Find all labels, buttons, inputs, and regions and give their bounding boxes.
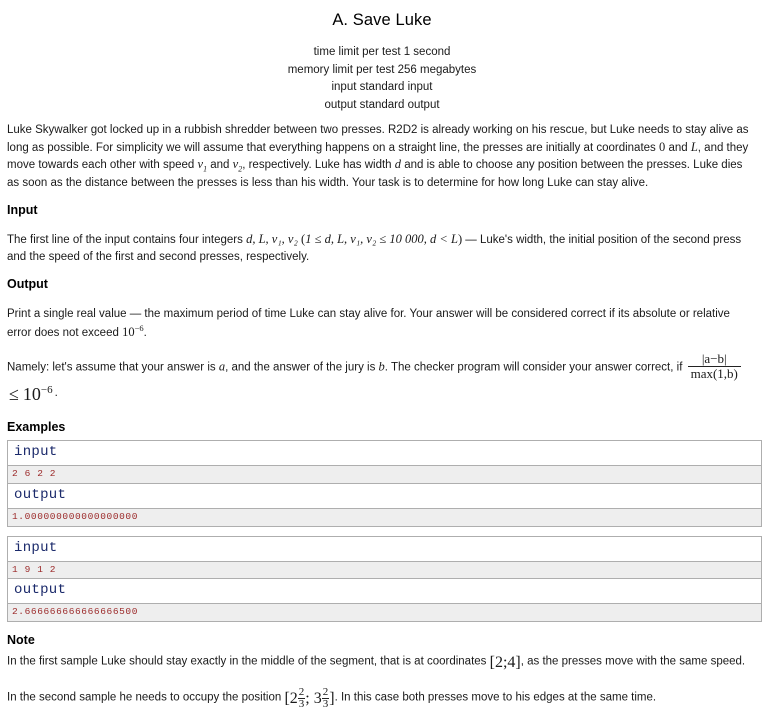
input-specification: Input The first line of the input contai… bbox=[7, 202, 757, 265]
note-paragraph-1: In the first sample Luke should stay exa… bbox=[7, 652, 757, 675]
sample-test-2: input 1 9 1 2 output 2.66666666666666650… bbox=[7, 535, 762, 623]
sample-2-output-block: output 2.666666666666666500 bbox=[7, 578, 762, 623]
legend-text-a: Luke Skywalker got locked up in a rubbis… bbox=[7, 124, 749, 154]
output-heading: Output bbox=[7, 277, 48, 292]
note2-mixed-number-1: 223 bbox=[289, 685, 306, 711]
error-bound: 10−6 bbox=[22, 383, 53, 404]
input-constraint: 1 ≤ d, L, v₁, v₂ ≤ 10 000, d < L bbox=[305, 231, 458, 246]
checker-text-a: Namely: let's assume that your answer is bbox=[7, 362, 219, 375]
sample-1-output-data[interactable]: 1.000000000000000000 bbox=[8, 507, 761, 526]
output-stream-line: output standard output bbox=[324, 98, 440, 111]
output-text-b: . bbox=[143, 327, 147, 340]
time-limit-line: time limit per test 1 second bbox=[313, 46, 451, 59]
note2-text-a: In the second sample he needs to occupy … bbox=[7, 691, 285, 704]
note-heading: Note bbox=[7, 633, 35, 648]
examples-heading: Examples bbox=[7, 420, 66, 435]
note-section: Note In the first sample Luke should sta… bbox=[7, 632, 757, 711]
checker-text-d: . bbox=[54, 386, 58, 399]
epsilon-value: 10−6 bbox=[122, 322, 144, 340]
var-v1: v1 bbox=[197, 157, 208, 174]
input-paragraph: The first line of the input contains fou… bbox=[7, 231, 757, 265]
checker-paragraph: Namely: let's assume that your answer is… bbox=[7, 352, 757, 407]
output-specification: Output Print a single real value — the m… bbox=[7, 276, 757, 407]
sample-1-input-label: input bbox=[8, 441, 761, 466]
sample-2-output-label: output bbox=[8, 579, 761, 604]
output-paragraph: Print a single real value — the maximum … bbox=[7, 306, 757, 342]
note2-mixed-number-2: 323 bbox=[313, 685, 330, 711]
sample-2-output-data[interactable]: 2.666666666666666500 bbox=[8, 603, 761, 622]
var-L: L bbox=[690, 139, 698, 154]
problem-header: A. Save Luke time limit per test 1 secon… bbox=[7, 9, 757, 114]
legend-paragraph: Luke Skywalker got locked up in a rubbis… bbox=[7, 122, 757, 191]
input-text-a: The first line of the input contains fou… bbox=[7, 233, 247, 246]
sample-2-input-data[interactable]: 1 9 1 2 bbox=[8, 560, 761, 579]
fraction-denominator: max(1,b) bbox=[690, 366, 738, 382]
legend-text-b: and bbox=[665, 141, 691, 154]
input-vars: d, L, v₁, v₂ bbox=[246, 231, 298, 246]
less-equal-symbol: ≤ bbox=[9, 383, 19, 404]
sample-test-1: input 2 6 2 2 output 1.00000000000000000… bbox=[7, 440, 762, 527]
memory-limit-line: memory limit per test 256 megabytes bbox=[287, 63, 477, 76]
error-fraction: |a−b| max(1,b) bbox=[687, 352, 741, 382]
sample-1-output-block: output 1.000000000000000000 bbox=[7, 482, 762, 527]
checker-text-b: , and the answer of the jury is bbox=[225, 362, 379, 375]
sample-1-input-block: input 2 6 2 2 bbox=[7, 440, 762, 483]
sample-1-input-data[interactable]: 2 6 2 2 bbox=[8, 465, 761, 483]
note1-text-b: , as the presses move with the same spee… bbox=[520, 655, 746, 668]
input-heading: Input bbox=[7, 202, 38, 217]
note2-separator: ; bbox=[305, 689, 314, 707]
note1-text-a: In the first sample Luke should stay exa… bbox=[7, 655, 490, 668]
sample-2-input-block: input 1 9 1 2 bbox=[7, 535, 762, 579]
input-stream-line: input standard input bbox=[331, 81, 433, 94]
checker-text-c: . The checker program will consider your… bbox=[384, 362, 686, 375]
note1-interval: [2;4] bbox=[489, 653, 521, 671]
sample-1-output-label: output bbox=[8, 483, 761, 508]
problem-statement-page: A. Save Luke time limit per test 1 secon… bbox=[0, 0, 765, 711]
sample-2-input-label: input bbox=[8, 536, 761, 561]
note-paragraph-2: In the second sample he needs to occupy … bbox=[7, 685, 757, 711]
legend-text-e: , respectively. Luke has width bbox=[242, 159, 395, 172]
sample-tests: Examples input 2 6 2 2 output 1.00000000… bbox=[7, 419, 762, 623]
var-v2: v2 bbox=[232, 157, 243, 174]
page-title: A. Save Luke bbox=[332, 11, 432, 29]
problem-legend: Luke Skywalker got locked up in a rubbis… bbox=[7, 122, 757, 191]
note2-text-b: . In this case both presses move to his … bbox=[334, 691, 657, 704]
fraction-numerator: |a−b| bbox=[687, 352, 741, 368]
legend-text-d: and bbox=[207, 159, 233, 172]
output-text-a: Print a single real value — the maximum … bbox=[7, 307, 730, 340]
